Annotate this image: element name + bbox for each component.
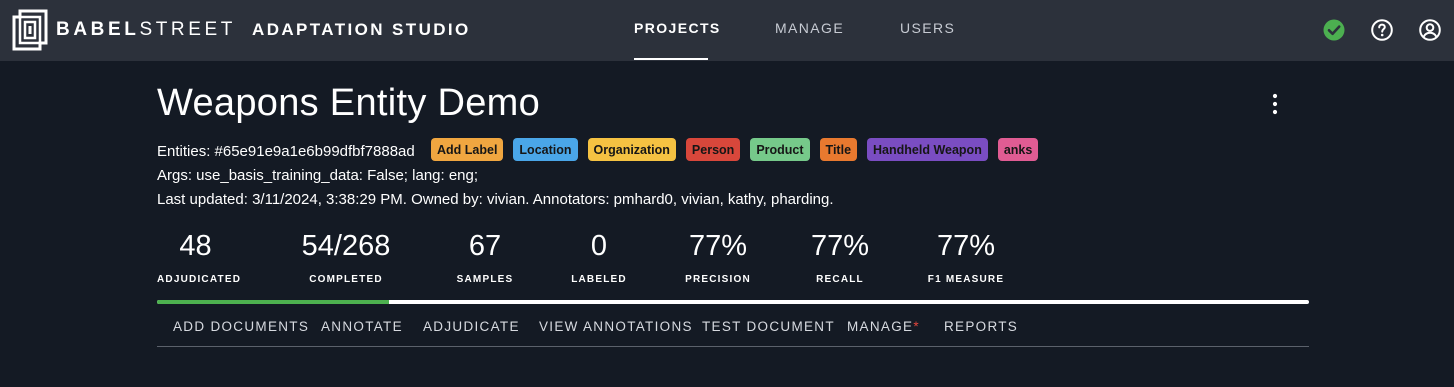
entities-line: Entities: #65e91e9a1e6b99dfbf7888ad xyxy=(157,143,415,160)
stat-label: ADJUDICATED xyxy=(157,274,242,285)
tab-manage[interactable]: MANAGE* xyxy=(847,319,920,334)
help-icon[interactable] xyxy=(1370,18,1394,42)
stat-label: PRECISION xyxy=(685,274,751,285)
tag-person: Person xyxy=(685,138,741,161)
tag-title: Title xyxy=(819,138,858,161)
tab-reports[interactable]: REPORTS xyxy=(944,319,1018,334)
more-options-icon[interactable] xyxy=(1265,92,1285,116)
stat-completed: 54/268 COMPLETED xyxy=(296,228,396,285)
stat-value: 48 xyxy=(179,230,212,262)
tag-anks: anks xyxy=(997,138,1039,161)
stat-value: 77% xyxy=(936,230,996,262)
completion-progress-bar xyxy=(157,300,1309,304)
tab-label: ADJUDICATE xyxy=(423,319,520,334)
account-icon[interactable] xyxy=(1418,18,1442,42)
nav-tab-users[interactable]: USERS xyxy=(900,20,955,40)
tab-label: TEST DOCUMENT xyxy=(702,319,835,334)
project-action-tabs: ADD DOCUMENTS ANNOTATE ADJUDICATE VIEW A… xyxy=(157,316,1309,347)
tab-label: ADD DOCUMENTS xyxy=(173,319,310,334)
stat-recall: 77% RECALL xyxy=(805,228,875,285)
tab-annotate[interactable]: ANNOTATE xyxy=(321,319,403,334)
stat-value: 67 xyxy=(468,230,502,262)
last-updated-line: Last updated: 3/11/2024, 3:38:29 PM. Own… xyxy=(157,191,834,208)
stat-f1-measure: 77% F1 MEASURE xyxy=(926,228,1006,285)
tab-label: MANAGE xyxy=(847,319,914,334)
active-tab-indicator xyxy=(634,58,708,60)
product-name: ADAPTATION STUDIO xyxy=(252,20,471,39)
tab-test-document[interactable]: TEST DOCUMENT xyxy=(702,319,835,334)
brand-name-bold: BABEL xyxy=(56,19,140,40)
status-ok-icon[interactable] xyxy=(1322,18,1346,42)
nav-tab-projects[interactable]: PROJECTS xyxy=(634,20,721,40)
add-label-button[interactable]: Add Label xyxy=(431,138,504,161)
top-app-bar: BABEL STREET ADAPTATION STUDIO PROJECTS … xyxy=(0,0,1454,61)
stat-label: COMPLETED xyxy=(309,274,383,285)
tab-adjudicate[interactable]: ADJUDICATE xyxy=(423,319,520,334)
entity-tag-list: Add Label Location Organization Person P… xyxy=(431,138,1039,162)
stat-value: 77% xyxy=(810,230,870,262)
brand-name-light: STREET xyxy=(139,19,237,40)
stat-value: 0 xyxy=(590,230,608,262)
stat-value: 54/268 xyxy=(301,230,391,262)
tag-handheld-weapon: Handheld Weapon xyxy=(867,138,988,161)
stat-label: RECALL xyxy=(816,274,864,285)
tab-label: REPORTS xyxy=(944,319,1019,334)
tag-location: Location xyxy=(513,138,578,161)
tag-product: Product xyxy=(750,138,810,161)
stat-adjudicated: 48 ADJUDICATED xyxy=(157,228,242,285)
args-line: Args: use_basis_training_data: False; la… xyxy=(157,167,479,184)
nav-tab-manage[interactable]: MANAGE xyxy=(775,20,844,40)
stat-label: SAMPLES xyxy=(456,274,514,285)
stat-precision: 77% PRECISION xyxy=(683,228,753,285)
stat-label: LABELED xyxy=(571,274,627,285)
page-title: Weapons Entity Demo xyxy=(157,82,541,124)
tab-view-annotations[interactable]: VIEW ANNOTATIONS xyxy=(539,319,693,334)
stat-labeled: 0 LABELED xyxy=(568,228,630,285)
stat-label: F1 MEASURE xyxy=(927,274,1005,285)
brand-name: BABEL STREET ADAPTATION STUDIO xyxy=(56,18,471,42)
tag-organization: Organization xyxy=(587,138,676,161)
completion-progress-fill xyxy=(157,300,390,304)
tab-add-documents[interactable]: ADD DOCUMENTS xyxy=(173,319,309,334)
babel-street-logo-icon[interactable] xyxy=(12,9,48,51)
stat-value: 77% xyxy=(688,230,748,262)
stat-samples: 67 SAMPLES xyxy=(455,228,515,285)
tab-label: ANNOTATE xyxy=(321,319,403,334)
required-marker: * xyxy=(913,319,920,334)
tab-label: VIEW ANNOTATIONS xyxy=(539,319,693,334)
